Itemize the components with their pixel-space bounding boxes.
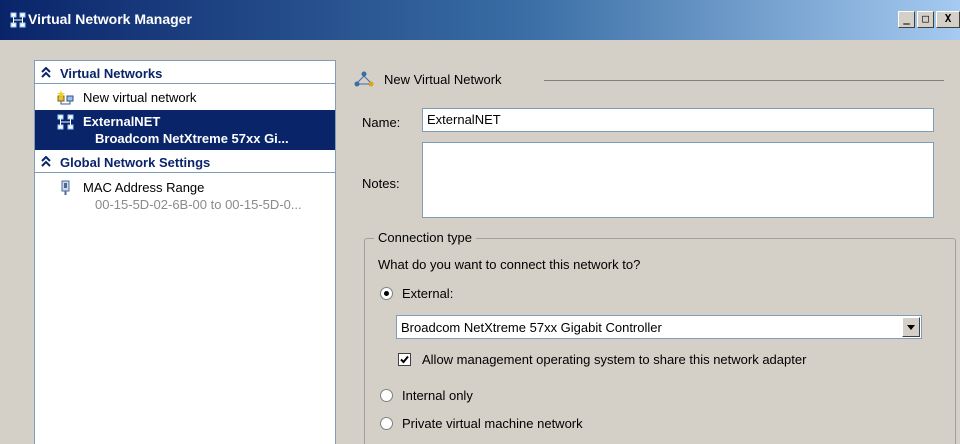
external-radio[interactable]	[380, 287, 393, 300]
virtual-networks-label: Virtual Networks	[60, 66, 163, 81]
collapse-chevron-icon[interactable]	[41, 155, 51, 171]
title-bar[interactable]: Virtual Network Manager _ □ X	[0, 0, 960, 40]
internal-only-radio[interactable]	[380, 389, 393, 402]
virtual-networks-header[interactable]: Virtual Networks	[35, 64, 335, 84]
window-title: Virtual Network Manager	[28, 11, 192, 27]
new-network-icon	[57, 90, 74, 105]
name-label: Name:	[362, 115, 401, 130]
externalnet-title: ExternalNET	[83, 114, 161, 129]
checkmark-icon	[400, 355, 409, 364]
sidebar-item-new-virtual-network[interactable]: New virtual network	[35, 87, 335, 109]
mac-address-range-title: MAC Address Range	[83, 180, 205, 195]
notes-label: Notes:	[362, 176, 400, 191]
virtual-network-icon	[354, 71, 374, 87]
private-network-label[interactable]: Private virtual machine network	[402, 416, 583, 431]
navigation-panel: Virtual Networks New virtual network Ext…	[34, 60, 336, 444]
internal-only-label[interactable]: Internal only	[402, 388, 473, 403]
notes-textarea[interactable]	[422, 142, 934, 218]
externalnet-adapter: Broadcom NetXtreme 57xx Gi...	[95, 131, 289, 146]
section-title-row: New Virtual Network	[354, 70, 950, 90]
section-title: New Virtual Network	[384, 72, 502, 87]
detail-panel: New Virtual Network Name: ExternalNET No…	[344, 60, 960, 444]
sidebar-item-mac-address-range[interactable]: MAC Address Range 00-15-5D-02-6B-00 to 0…	[35, 177, 335, 217]
connection-question: What do you want to connect this network…	[378, 257, 641, 272]
collapse-chevron-icon[interactable]	[41, 66, 51, 82]
allow-management-label[interactable]: Allow management operating system to sha…	[422, 352, 806, 367]
network-adapter-select[interactable]: Broadcom NetXtreme 57xx Gigabit Controll…	[396, 315, 922, 339]
global-network-settings-header[interactable]: Global Network Settings	[35, 153, 335, 173]
connection-type-legend: Connection type	[374, 230, 476, 245]
private-network-radio[interactable]	[380, 417, 393, 430]
section-divider	[35, 172, 335, 173]
external-label[interactable]: External:	[402, 286, 453, 301]
global-network-settings-label: Global Network Settings	[60, 155, 211, 170]
network-icon	[57, 114, 74, 130]
network-adapter-icon	[61, 180, 70, 195]
new-virtual-network-label: New virtual network	[83, 90, 197, 105]
name-input[interactable]: ExternalNET	[422, 108, 934, 132]
section-rule	[544, 80, 944, 81]
allow-management-checkbox[interactable]	[398, 353, 411, 366]
minimize-button[interactable]: _	[898, 11, 915, 28]
mac-address-range-value: 00-15-5D-02-6B-00 to 00-15-5D-0...	[95, 197, 302, 212]
network-icon	[10, 12, 26, 28]
chevron-down-icon[interactable]	[902, 317, 920, 337]
close-button[interactable]: X	[936, 11, 960, 28]
sidebar-item-externalnet[interactable]: ExternalNET Broadcom NetXtreme 57xx Gi..…	[35, 110, 335, 150]
virtual-network-manager-window: Virtual Network Manager _ □ X Virtual Ne…	[0, 0, 960, 444]
network-adapter-value: Broadcom NetXtreme 57xx Gigabit Controll…	[401, 320, 662, 335]
section-divider	[35, 83, 335, 84]
maximize-button[interactable]: □	[917, 11, 934, 28]
